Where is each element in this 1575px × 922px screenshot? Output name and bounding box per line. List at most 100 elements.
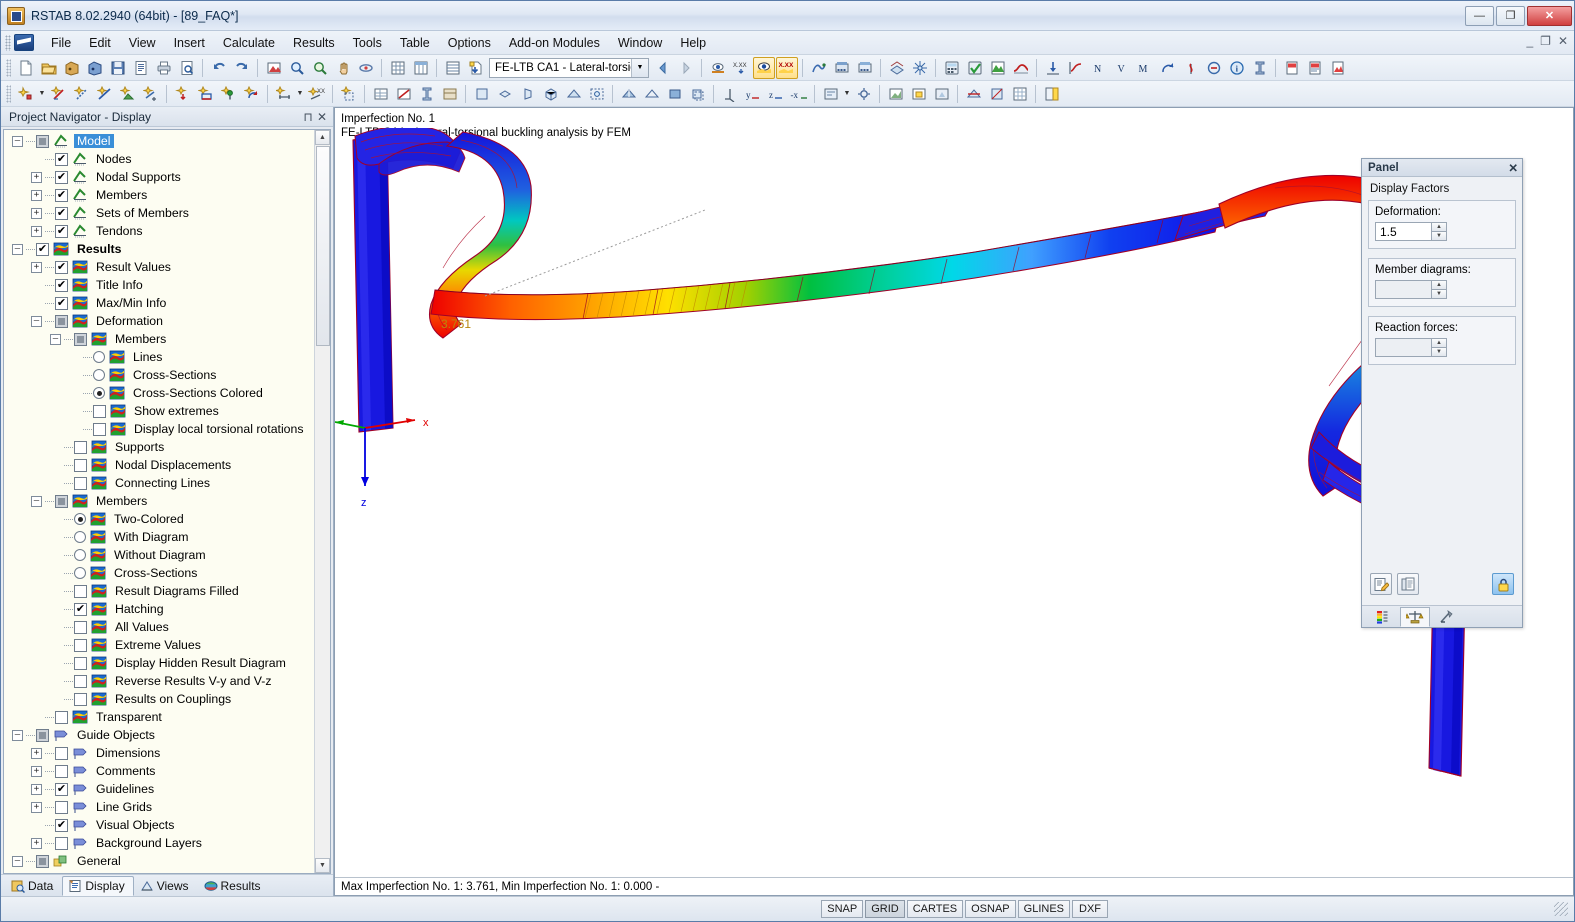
tree-item-max-min-info[interactable]: Max/Min Info: [4, 294, 314, 312]
new-member-line-icon[interactable]: [94, 83, 116, 105]
new-dimension-icon[interactable]: [273, 83, 295, 105]
checkbox-unchecked[interactable]: [74, 674, 87, 688]
expand-plus-icon[interactable]: +: [31, 747, 42, 759]
close-icon[interactable]: ✕: [1508, 161, 1518, 175]
axial-force-n-icon[interactable]: N: [1088, 57, 1110, 79]
radio-unselected[interactable]: [93, 369, 105, 381]
reaction-forces-stepper[interactable]: ▲ ▼: [1375, 338, 1447, 357]
calculate-icon[interactable]: [941, 57, 963, 79]
show-result-values-icon[interactable]: [707, 57, 729, 79]
tree-item-members[interactable]: + Members: [4, 186, 314, 204]
results-active-icon[interactable]: [987, 57, 1009, 79]
tree-item-transparent[interactable]: Transparent: [4, 708, 314, 726]
viewport-grid-icon[interactable]: [1009, 83, 1031, 105]
section-view-icon[interactable]: [986, 83, 1008, 105]
menu-item-calculate[interactable]: Calculate: [214, 33, 284, 53]
checkbox-unchecked[interactable]: [55, 710, 68, 724]
menu-item-insert[interactable]: Insert: [165, 33, 214, 53]
render-wireframe-icon[interactable]: [641, 83, 663, 105]
tree-item-display-hidden-result-diagram[interactable]: Display Hidden Result Diagram: [4, 654, 314, 672]
radio-unselected[interactable]: [74, 567, 86, 579]
checkbox-checked[interactable]: [74, 602, 87, 616]
render-quality-icon[interactable]: [931, 83, 953, 105]
table-columns-icon[interactable]: [410, 57, 432, 79]
menu-item-edit[interactable]: Edit: [80, 33, 120, 53]
tree-item-line-grids[interactable]: + Line Grids: [4, 798, 314, 816]
member-orientation-icon[interactable]: y: [742, 83, 764, 105]
eigenvalue-icon[interactable]: [1203, 57, 1225, 79]
print-preview-icon[interactable]: [176, 57, 198, 79]
maximize-button[interactable]: ❐: [1496, 5, 1525, 26]
tree-item-without-diagram[interactable]: Without Diagram: [4, 546, 314, 564]
tree-item-results[interactable]: – Results: [4, 240, 314, 258]
mesh-display-icon[interactable]: [886, 57, 908, 79]
chevron-down-icon[interactable]: ▼: [295, 83, 305, 105]
menu-item-tools[interactable]: Tools: [344, 33, 391, 53]
chevron-down-icon[interactable]: ▼: [631, 58, 648, 77]
radio-unselected[interactable]: [93, 351, 105, 363]
tree-item-cross-sections[interactable]: Cross-Sections: [4, 366, 314, 384]
view-front-icon[interactable]: [471, 83, 493, 105]
status-flag-grid[interactable]: GRID: [865, 900, 905, 918]
new-comment-icon[interactable]: XX: [306, 83, 328, 105]
tree-item-cross-sections[interactable]: Cross-Sections: [4, 564, 314, 582]
printout-report-icon[interactable]: [831, 57, 853, 79]
navigator-tab-views[interactable]: Views: [134, 876, 198, 896]
shear-force-icon[interactable]: V: [1111, 57, 1133, 79]
scroll-down-button[interactable]: ▼: [315, 858, 330, 873]
tree-item-guidelines[interactable]: + Guidelines: [4, 780, 314, 798]
collapse-minus-icon[interactable]: –: [12, 729, 23, 741]
checkbox-partial[interactable]: [36, 134, 49, 148]
expand-plus-icon[interactable]: +: [31, 765, 42, 777]
status-flag-osnap[interactable]: OSNAP: [965, 900, 1016, 918]
tree-item-guide-objects[interactable]: – Guide Objects: [4, 726, 314, 744]
tree-item-nodes[interactable]: Nodes: [4, 150, 314, 168]
checkbox-unchecked[interactable]: [74, 458, 87, 472]
close-button[interactable]: ✕: [1527, 5, 1572, 26]
result-diagram-icon[interactable]: [808, 57, 830, 79]
checkbox-partial[interactable]: [36, 854, 49, 868]
collapse-minus-icon[interactable]: –: [31, 315, 42, 327]
tree-item-background-layers[interactable]: + Background Layers: [4, 834, 314, 852]
deformation-spin-down-icon[interactable]: ▼: [1431, 232, 1447, 241]
print-preview-report-icon[interactable]: [130, 57, 152, 79]
tree-item-sets-of-members[interactable]: + Sets of Members: [4, 204, 314, 222]
status-flag-glines[interactable]: GLINES: [1017, 900, 1070, 918]
tree-item-deformation[interactable]: – Deformation: [4, 312, 314, 330]
expand-plus-icon[interactable]: +: [31, 837, 42, 849]
tree-item-two-colored[interactable]: Two-Colored: [4, 510, 314, 528]
new-set-of-members-icon[interactable]: [140, 83, 162, 105]
checkbox-checked[interactable]: [55, 170, 68, 184]
checkbox-unchecked[interactable]: [74, 584, 87, 598]
member-forces-icon[interactable]: [1065, 57, 1087, 79]
checkbox-partial[interactable]: [55, 314, 68, 328]
checkbox-checked[interactable]: [55, 278, 68, 292]
radio-selected[interactable]: [93, 387, 105, 399]
toolbar-grip-handle[interactable]: [6, 84, 11, 103]
checkbox-checked[interactable]: [55, 224, 68, 238]
checkbox-partial[interactable]: [74, 332, 87, 346]
checkbox-partial[interactable]: [36, 728, 49, 742]
checkbox-checked[interactable]: [55, 296, 68, 310]
print-icon[interactable]: [153, 57, 175, 79]
tree-item-supports[interactable]: Supports: [4, 438, 314, 456]
tree-item-extreme-values[interactable]: Extreme Values: [4, 636, 314, 654]
model-viewport[interactable]: Imperfection No. 1 FE-LTB CA1 - Lateral-…: [334, 107, 1574, 896]
moment-icon[interactable]: M: [1134, 57, 1156, 79]
show-results-toggle-icon[interactable]: [752, 56, 775, 79]
new-member-icon[interactable]: [48, 83, 70, 105]
checkbox-checked[interactable]: [55, 260, 68, 274]
mdi-restore-button[interactable]: ❐: [1540, 34, 1551, 48]
zoom-extents-icon[interactable]: [586, 83, 608, 105]
view-iso-icon[interactable]: [540, 83, 562, 105]
navigator-tab-results[interactable]: Results: [198, 876, 270, 896]
collapse-minus-icon[interactable]: –: [50, 333, 61, 345]
display-options-icon[interactable]: [820, 83, 842, 105]
tree-item-nodal-displacements[interactable]: Nodal Displacements: [4, 456, 314, 474]
menu-item-file[interactable]: File: [42, 33, 80, 53]
expand-plus-icon[interactable]: +: [31, 801, 42, 813]
tree-item-members[interactable]: – Members: [4, 330, 314, 348]
checkbox-unchecked[interactable]: [55, 764, 68, 778]
panel-tab-color-scale[interactable]: [1368, 607, 1398, 627]
pin-icon[interactable]: ⊓: [301, 110, 315, 124]
